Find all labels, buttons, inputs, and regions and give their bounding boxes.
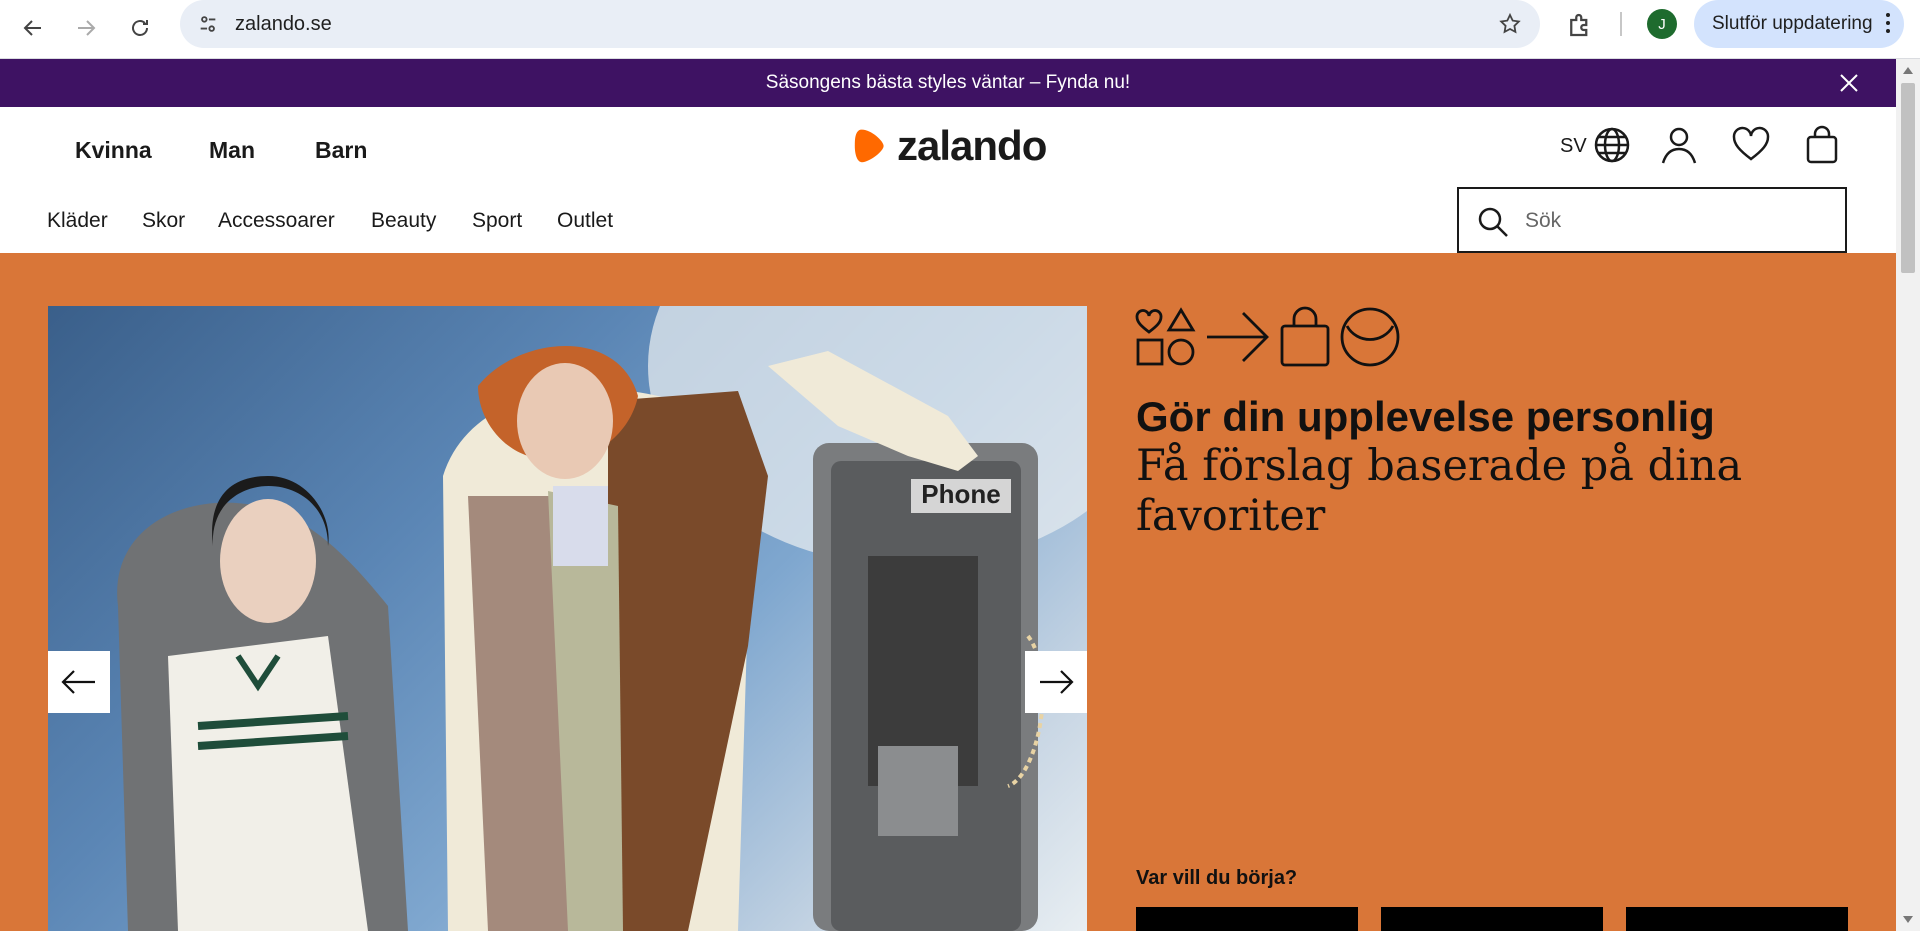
page-scrollbar[interactable] — [1896, 59, 1920, 931]
zalando-logo[interactable]: zalando — [853, 122, 1047, 169]
close-icon[interactable] — [1837, 71, 1861, 95]
happy-face-icon — [1340, 307, 1400, 367]
url-text[interactable]: zalando.se — [235, 13, 332, 36]
phone-sign: Phone — [921, 479, 1000, 509]
extensions-icon[interactable] — [1565, 10, 1595, 40]
site-info-button[interactable] — [192, 8, 224, 40]
site-header: Kvinna Man Barn zalando SV Kläder Skor A… — [0, 107, 1896, 253]
bag-icon — [1280, 306, 1330, 367]
scroll-up-icon[interactable] — [1903, 67, 1913, 74]
back-button[interactable] — [13, 8, 53, 48]
category-outlet[interactable]: Outlet — [557, 209, 613, 233]
start-option-button[interactable] — [1136, 907, 1358, 931]
arrow-right-icon — [1040, 670, 1074, 694]
start-option-button[interactable] — [1626, 907, 1848, 931]
scrollbar-thumb[interactable] — [1901, 83, 1915, 273]
carousel-prev-button[interactable] — [48, 651, 110, 713]
heart-icon[interactable] — [1731, 125, 1771, 165]
category-beauty[interactable]: Beauty — [371, 209, 436, 233]
nav-barn[interactable]: Barn — [315, 137, 367, 164]
promo-banner[interactable]: Säsongens bästa styles väntar – Fynda nu… — [0, 59, 1896, 107]
brand-logo-icon — [854, 129, 884, 163]
search-box[interactable] — [1457, 187, 1847, 253]
nav-kvinna[interactable]: Kvinna — [75, 137, 152, 164]
promo-text[interactable]: Säsongens bästa styles väntar – Fynda nu… — [766, 72, 1130, 94]
category-accessoarer[interactable]: Accessoarer — [218, 209, 335, 233]
hero-photo: Phone — [48, 306, 1087, 931]
arrow-right-icon — [78, 20, 96, 36]
hero-title: Gör din upplevelse personlig — [1136, 393, 1715, 440]
hero-section: Phone Gör din upplevelse personlig Få fö… — [0, 253, 1896, 931]
arrow-right-icon — [1207, 312, 1269, 362]
toolbar-divider — [1620, 12, 1622, 36]
arrow-left-icon — [61, 670, 95, 694]
web-page: Säsongens bästa styles väntar – Fynda nu… — [0, 59, 1896, 931]
nav-man[interactable]: Man — [209, 137, 255, 164]
address-bar[interactable]: zalando.se — [180, 0, 1540, 48]
scroll-down-icon[interactable] — [1903, 916, 1913, 923]
bookmark-star-icon[interactable] — [1498, 12, 1522, 36]
logo-text: zalando — [897, 122, 1047, 169]
reload-button[interactable] — [120, 8, 160, 48]
search-icon — [1478, 207, 1508, 237]
user-icon[interactable] — [1659, 125, 1699, 165]
personalization-icons — [1135, 305, 1401, 369]
forward-button[interactable] — [66, 8, 106, 48]
tune-icon — [200, 16, 216, 32]
profile-avatar[interactable]: J — [1647, 9, 1677, 39]
where-to-start-label: Var vill du börja? — [1136, 867, 1298, 889]
search-input[interactable] — [1523, 203, 1823, 239]
browser-toolbar: zalando.se J Slutför uppdatering — [0, 0, 1920, 59]
more-menu-icon[interactable] — [1886, 13, 1890, 37]
update-button[interactable]: Slutför uppdatering — [1694, 0, 1904, 48]
category-skor[interactable]: Skor — [142, 209, 185, 233]
hero-subtitle: Få förslag baserade på dina favoriter — [1136, 441, 1743, 541]
carousel-next-button[interactable] — [1025, 651, 1087, 713]
campaign-image: Phone — [117, 306, 1087, 931]
category-sport[interactable]: Sport — [472, 209, 522, 233]
bag-icon[interactable] — [1802, 125, 1842, 165]
arrow-left-icon — [23, 20, 41, 36]
update-button-label: Slutför uppdatering — [1712, 13, 1873, 34]
reload-icon — [132, 20, 148, 36]
start-option-button[interactable] — [1381, 907, 1603, 931]
shapes-icon — [1135, 307, 1196, 366]
category-klader[interactable]: Kläder — [47, 209, 108, 233]
globe-icon[interactable] — [1592, 125, 1632, 165]
language-code[interactable]: SV — [1560, 135, 1587, 158]
